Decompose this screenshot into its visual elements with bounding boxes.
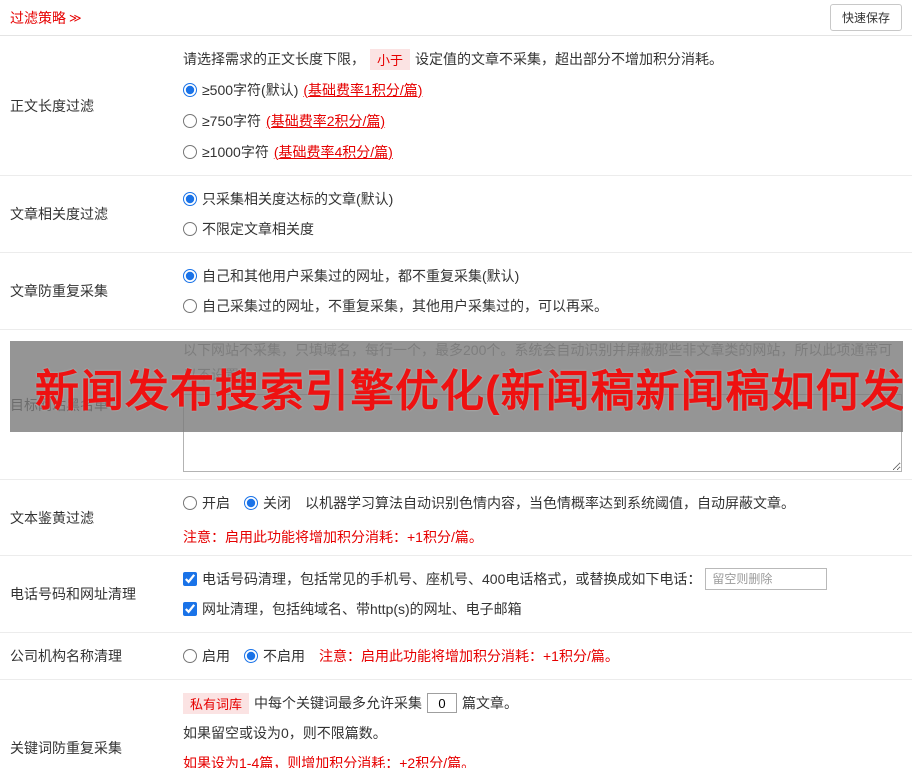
radio-company-off[interactable] — [244, 649, 258, 663]
option-company-off[interactable]: 不启用 — [244, 646, 305, 666]
row-dedup-collection: 文章防重复采集 自己和其他用户采集过的网址，都不重复采集(默认) 自己采集过的网… — [0, 253, 912, 330]
page-title-text: 过滤策略 — [10, 9, 66, 26]
radio-dedup-self[interactable] — [183, 299, 197, 313]
row-label-relevance: 文章相关度过滤 — [10, 206, 108, 222]
body-length-intro: 请选择需求的正文长度下限， 小于 设定值的文章不采集，超出部分不增加积分消耗。 — [183, 44, 902, 74]
row-label-phone-url: 电话号码和网址清理 — [10, 586, 136, 602]
radio-company-on[interactable] — [183, 649, 197, 663]
option-length-750-text: ≥750字符 — [202, 112, 262, 129]
radio-dedup-global[interactable] — [183, 269, 197, 283]
fee-link-4-credit[interactable]: (基础费率4积分/篇) — [274, 142, 393, 162]
option-relevance-any-text: 不限定文章相关度 — [202, 221, 314, 237]
row-relevance-filter: 文章相关度过滤 只采集相关度达标的文章(默认) 不限定文章相关度 — [0, 176, 912, 253]
row-label-body-length: 正文长度过滤 — [10, 97, 94, 114]
row-label-site-blacklist: 目标网站黑名单 — [10, 396, 108, 413]
url-clean-text: 网址清理，包括纯域名、带http(s)的网址、电子邮箱 — [202, 601, 522, 617]
row-keyword-dedup: 关键词防重复采集 私有词库 中每个关键词最多允许采集 篇文章。 如果留空或设为0… — [0, 680, 912, 768]
filter-strategy-page: 过滤策略 ≫ 快速保存 正文长度过滤 请选择需求的正文长度下限， 小于 设定值的… — [0, 0, 912, 768]
collapse-icon: ≫ — [69, 10, 82, 25]
page-title[interactable]: 过滤策略 ≫ — [10, 8, 82, 28]
quick-save-button[interactable]: 快速保存 — [829, 4, 902, 31]
row-content-relevance: 只采集相关度达标的文章(默认) 不限定文章相关度 — [173, 176, 912, 252]
private-lexicon-tag: 私有词库 — [183, 692, 250, 714]
row-content-dedup: 自己和其他用户采集过的网址，都不重复采集(默认) 自己采集过的网址，不重复采集，… — [173, 253, 912, 329]
option-porn-off-text: 关闭 — [263, 495, 291, 511]
checkbox-phone-clean[interactable] — [183, 572, 197, 586]
option-company-on-text: 启用 — [202, 648, 230, 664]
option-company-off-text: 不启用 — [263, 648, 305, 664]
row-porn-filter: 文本鉴黄过滤 开启 关闭 以机器学习算法自动识别色情内容，当色情概率达到系统阈值… — [0, 480, 912, 556]
row-content-site-blacklist: 以下网站不采集，只填域名，每行一个，最多200个。系统会自动识别并屏蔽那些非文章… — [173, 330, 912, 479]
option-dedup-self-text: 自己采集过的网址，不重复采集，其他用户采集过的，可以再采。 — [202, 298, 608, 314]
keyword-limit-input[interactable] — [427, 693, 458, 713]
phone-clean-text: 电话号码清理，包括常见的手机号、座机号、400电话格式，或替换成如下电话： — [202, 571, 702, 587]
radio-length-500[interactable] — [183, 82, 197, 97]
intro-post-text: 设定值的文章不采集，超出部分不增加积分消耗。 — [415, 51, 724, 67]
option-relevance-strict[interactable]: 只采集相关度达标的文章(默认) — [183, 184, 902, 214]
row-label-company-clean: 公司机构名称清理 — [10, 648, 122, 664]
radio-length-1000[interactable] — [183, 144, 197, 159]
option-phone-clean[interactable]: 电话号码清理，包括常见的手机号、座机号、400电话格式，或替换成如下电话： — [183, 564, 902, 594]
company-clean-note: 注意：启用此功能将增加积分消耗：+1积分/篇。 — [319, 648, 619, 664]
option-length-750[interactable]: ≥750字符 (基础费率2积分/篇) — [183, 105, 902, 136]
option-relevance-any[interactable]: 不限定文章相关度 — [183, 214, 902, 244]
header-bar: 过滤策略 ≫ 快速保存 — [0, 0, 912, 36]
keyword-limit-text: 中每个关键词最多允许采集 — [254, 695, 423, 711]
site-blacklist-description: 以下网站不采集，只填域名，每行一个，最多200个。系统会自动识别并屏蔽那些非文章… — [183, 342, 893, 383]
option-length-1000-text: ≥1000字符 — [202, 143, 269, 160]
row-body-length-filter: 正文长度过滤 请选择需求的正文长度下限， 小于 设定值的文章不采集，超出部分不增… — [0, 36, 912, 176]
option-dedup-self[interactable]: 自己采集过的网址，不重复采集，其他用户采集过的，可以再采。 — [183, 291, 902, 321]
option-porn-on[interactable]: 开启 — [183, 493, 230, 513]
option-dedup-global[interactable]: 自己和其他用户采集过的网址，都不重复采集(默认) — [183, 261, 902, 291]
option-length-1000[interactable]: ≥1000字符 (基础费率4积分/篇) — [183, 136, 902, 167]
row-label-keyword-dedup: 关键词防重复采集 — [10, 740, 122, 756]
row-content-keyword-dedup: 私有词库 中每个关键词最多允许采集 篇文章。 如果留空或设为0，则不限篇数。 如… — [173, 680, 912, 768]
option-dedup-global-text: 自己和其他用户采集过的网址，都不重复采集(默认) — [202, 268, 520, 284]
keyword-rule-zero: 如果留空或设为0，则不限篇数。 — [183, 725, 387, 741]
row-content-company-clean: 启用 不启用 注意：启用此功能将增加积分消耗：+1积分/篇。 — [173, 633, 912, 679]
option-porn-on-text: 开启 — [202, 495, 230, 511]
intro-pre-text: 请选择需求的正文长度下限， — [183, 51, 365, 67]
row-label-dedup: 文章防重复采集 — [10, 283, 108, 299]
porn-filter-description: 以机器学习算法自动识别色情内容，当色情概率达到系统阈值，自动屏蔽文章。 — [305, 495, 795, 511]
row-content-porn-filter: 开启 关闭 以机器学习算法自动识别色情内容，当色情概率达到系统阈值，自动屏蔽文章… — [173, 480, 912, 555]
keyword-limit-unit-text: 篇文章。 — [462, 695, 519, 711]
option-porn-off[interactable]: 关闭 — [244, 493, 291, 513]
option-company-on[interactable]: 启用 — [183, 646, 230, 666]
option-length-500-text: ≥500字符(默认) — [202, 81, 299, 98]
radio-relevance-strict[interactable] — [183, 192, 197, 206]
row-content-body-length: 请选择需求的正文长度下限， 小于 设定值的文章不采集，超出部分不增加积分消耗。 … — [173, 36, 912, 175]
radio-relevance-any[interactable] — [183, 222, 197, 236]
row-label-porn-filter: 文本鉴黄过滤 — [10, 509, 94, 526]
replacement-phone-input[interactable] — [705, 568, 828, 590]
checkbox-url-clean[interactable] — [183, 602, 197, 616]
option-url-clean[interactable]: 网址清理，包括纯域名、带http(s)的网址、电子邮箱 — [183, 594, 902, 624]
keyword-rule-1-4: 如果设为1-4篇，则增加积分消耗：+2积分/篇。 — [183, 755, 476, 768]
row-content-phone-url: 电话号码清理，包括常见的手机号、座机号、400电话格式，或替换成如下电话： 网址… — [173, 556, 912, 632]
porn-filter-note: 注意：启用此功能将增加积分消耗：+1积分/篇。 — [183, 529, 483, 545]
less-than-tag: 小于 — [370, 48, 411, 70]
fee-link-1-credit[interactable]: (基础费率1积分/篇) — [303, 80, 422, 100]
option-relevance-strict-text: 只采集相关度达标的文章(默认) — [202, 191, 394, 207]
row-phone-url-clean: 电话号码和网址清理 电话号码清理，包括常见的手机号、座机号、400电话格式，或替… — [0, 556, 912, 633]
company-clean-options: 启用 不启用 注意：启用此功能将增加积分消耗：+1积分/篇。 — [183, 641, 902, 671]
keyword-limit-line: 私有词库 中每个关键词最多允许采集 篇文章。 — [183, 688, 902, 718]
row-site-blacklist: 目标网站黑名单 以下网站不采集，只填域名，每行一个，最多200个。系统会自动识别… — [0, 330, 912, 480]
porn-filter-options: 开启 关闭 以机器学习算法自动识别色情内容，当色情概率达到系统阈值，自动屏蔽文章… — [183, 488, 902, 518]
row-company-clean: 公司机构名称清理 启用 不启用 注意：启用此功能将增加积分消耗：+1积分/篇。 — [0, 633, 912, 680]
option-length-500[interactable]: ≥500字符(默认) (基础费率1积分/篇) — [183, 74, 902, 105]
radio-porn-on[interactable] — [183, 496, 197, 510]
fee-link-2-credit[interactable]: (基础费率2积分/篇) — [266, 111, 385, 131]
radio-porn-off[interactable] — [244, 496, 258, 510]
site-blacklist-textarea[interactable] — [183, 394, 902, 472]
radio-length-750[interactable] — [183, 113, 197, 128]
